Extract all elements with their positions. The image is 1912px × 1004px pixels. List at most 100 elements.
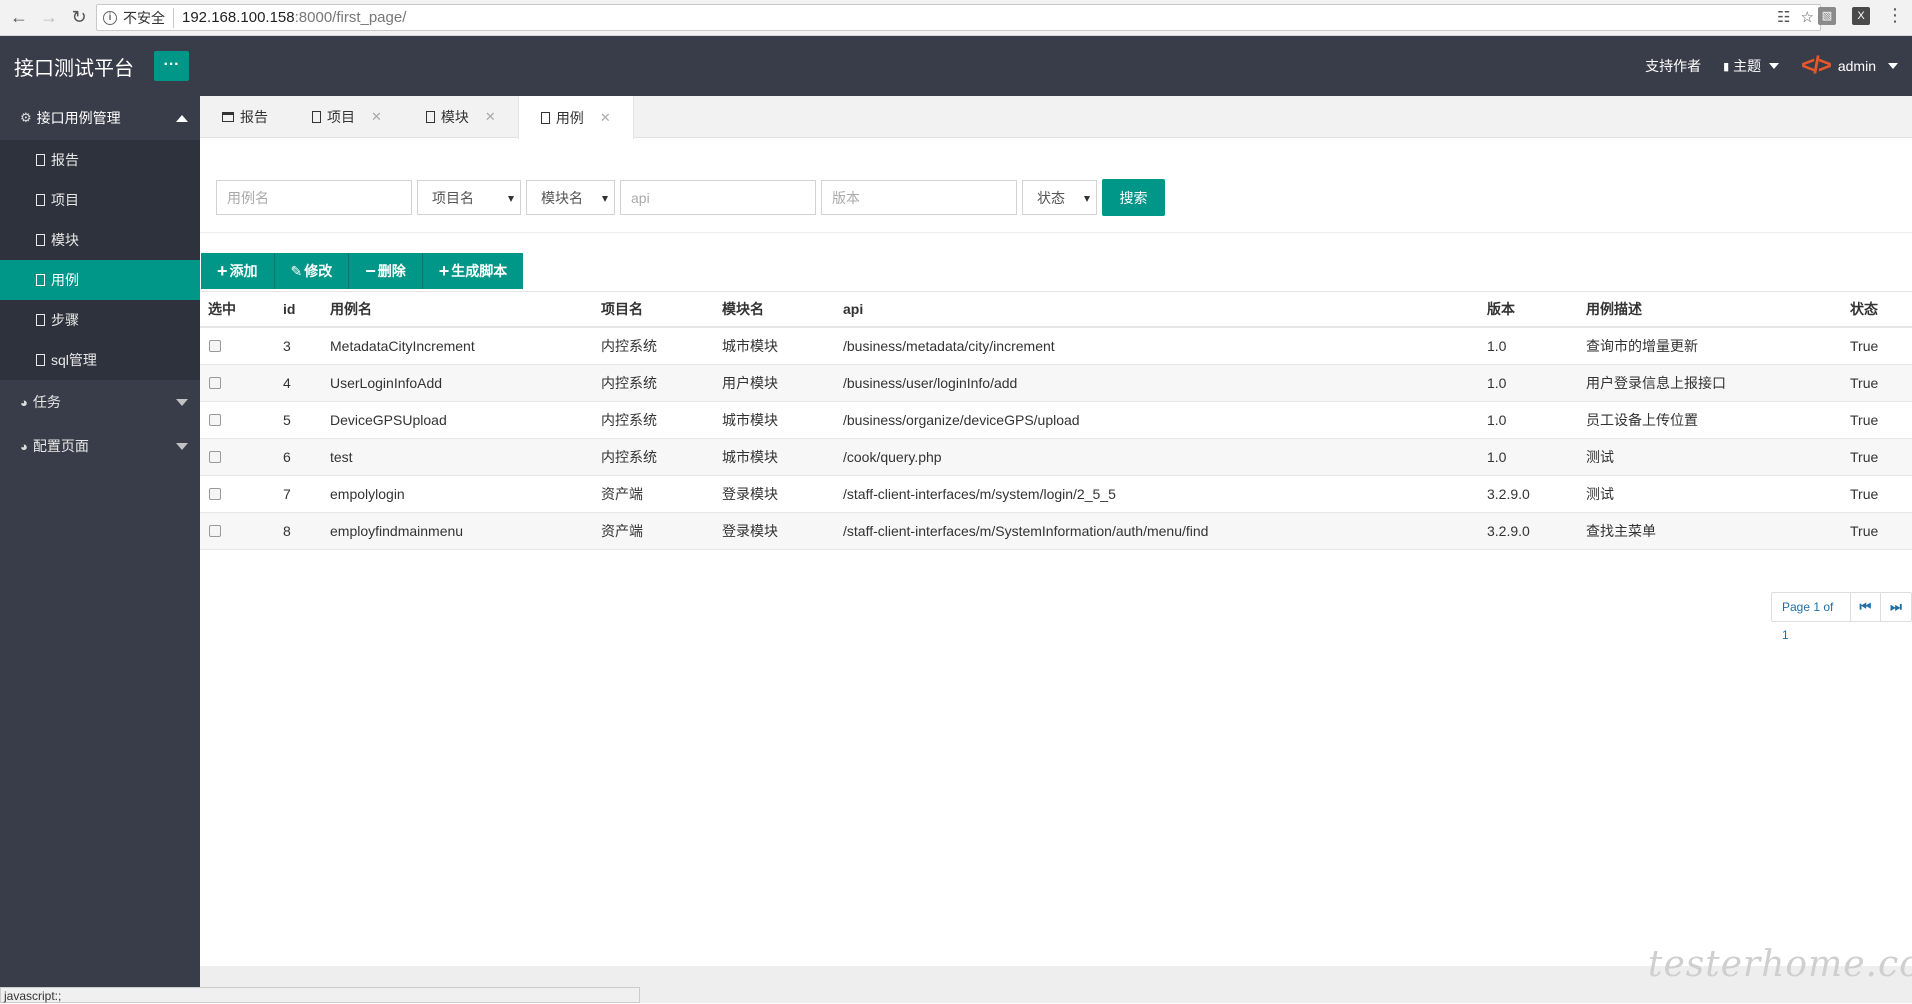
url-path: :8000/first_page/ (294, 9, 407, 26)
extension-icon[interactable]: ▧ (1818, 7, 1836, 25)
insecure-label: 不安全 (123, 7, 174, 28)
sidebar-group-config[interactable]: ◕ 配置页面 (0, 424, 200, 468)
column-header-description[interactable]: 用例描述 (1578, 299, 1842, 319)
user-menu[interactable]: </> admin (1801, 52, 1898, 80)
row-checkbox[interactable] (209, 525, 221, 537)
cell-case-name: test (330, 449, 353, 465)
search-button[interactable]: 搜索 (1102, 179, 1165, 216)
row-checkbox[interactable] (209, 377, 221, 389)
table-row[interactable]: 3 MetadataCityIncrement 内控系统 城市模块 /busin… (200, 328, 1912, 365)
cell-module: 用户模块 (722, 375, 778, 391)
cell-description: 查找主菜单 (1586, 523, 1656, 539)
sidebar-item-project[interactable]: 项目 (0, 180, 200, 220)
sidebar-item-step[interactable]: 步骤 (0, 300, 200, 340)
bookmark-star-icon[interactable]: ☆ (1801, 8, 1814, 26)
column-header-api[interactable]: api (835, 301, 1479, 317)
module-select[interactable]: 模块名 (526, 180, 615, 215)
generate-button-label: 生成脚本 (451, 263, 508, 279)
cell-id: 3 (283, 338, 291, 354)
sidebar-group-case-management[interactable]: ⚙ 接口用例管理 (0, 96, 200, 140)
extension-x-icon[interactable]: X (1852, 7, 1870, 25)
table-row[interactable]: 7 empolylogin 资产端 登录模块 /staff-client-int… (200, 476, 1912, 513)
case-name-input[interactable]: 用例名 (216, 180, 412, 215)
row-checkbox[interactable] (209, 340, 221, 352)
table-header-row: 选中 id 用例名 项目名 模块名 api 版本 用例描述 状态 (200, 292, 1912, 328)
forward-arrow-icon[interactable]: → (38, 7, 60, 29)
support-author-link[interactable]: 支持作者 (1645, 56, 1701, 76)
tab-case[interactable]: 用例 ✕ (517, 96, 634, 139)
cell-case-name: employfindmainmenu (330, 523, 464, 539)
version-input[interactable]: 版本 (821, 180, 1017, 215)
column-header-id[interactable]: id (275, 301, 322, 317)
cell-id: 6 (283, 449, 291, 465)
menu-toggle-button[interactable]: ··· (154, 51, 189, 81)
edit-button[interactable]: ✎ 修改 (275, 253, 350, 289)
add-button[interactable]: + 添加 (201, 253, 275, 289)
address-bar[interactable]: i 不安全 192.168.100.158:8000/first_page/ ☷… (96, 4, 1821, 31)
close-icon[interactable]: ✕ (485, 109, 496, 125)
file-icon (36, 154, 45, 166)
browser-menu-icon[interactable]: ⋮ (1886, 6, 1904, 25)
column-header-status[interactable]: 状态 (1842, 299, 1912, 319)
triangle-down-icon (1084, 196, 1090, 202)
table-row[interactable]: 4 UserLoginInfoAdd 内控系统 用户模块 /business/u… (200, 365, 1912, 402)
pagination: Page 1 of 1 ⏮ ⏭ (1771, 592, 1912, 642)
cell-project: 内控系统 (601, 338, 657, 354)
tab-module[interactable]: 模块 ✕ (404, 96, 518, 138)
file-icon (36, 194, 45, 206)
column-header-project[interactable]: 项目名 (593, 299, 714, 319)
close-icon[interactable]: ✕ (371, 109, 382, 125)
tab-project[interactable]: 项目 ✕ (290, 96, 404, 138)
row-checkbox[interactable] (209, 451, 221, 463)
case-table: 选中 id 用例名 项目名 模块名 api 版本 用例描述 状态 3 Metad… (200, 291, 1912, 550)
translate-icon[interactable]: ☷ (1777, 8, 1790, 26)
sidebar-item-label: 用例 (51, 272, 79, 288)
delete-button[interactable]: − 删除 (349, 253, 423, 289)
last-page-icon[interactable]: ⏭ (1881, 593, 1911, 621)
info-icon[interactable]: i (103, 10, 117, 25)
triangle-down-icon (602, 196, 608, 202)
divider (200, 232, 1912, 233)
cell-id: 7 (283, 486, 291, 502)
row-checkbox[interactable] (209, 488, 221, 500)
tab-report[interactable]: 报告 (200, 96, 290, 138)
theme-menu[interactable]: ▮ 主题 (1723, 56, 1780, 76)
url-host: 192.168.100.158 (182, 9, 295, 26)
file-icon (36, 314, 45, 326)
cell-description: 测试 (1586, 486, 1614, 502)
column-header-module[interactable]: 模块名 (714, 299, 835, 319)
sidebar-item-report[interactable]: 报告 (0, 140, 200, 180)
edit-icon: ✎ (290, 262, 303, 279)
close-icon[interactable]: ✕ (600, 110, 611, 126)
cell-module: 城市模块 (722, 412, 778, 428)
row-checkbox[interactable] (209, 414, 221, 426)
status-select[interactable]: 状态 (1022, 180, 1097, 215)
cell-id: 4 (283, 375, 291, 391)
cell-api: /business/organize/deviceGPS/upload (843, 412, 1080, 428)
generate-script-button[interactable]: + 生成脚本 (423, 253, 524, 289)
column-header-version[interactable]: 版本 (1479, 299, 1578, 319)
table-row[interactable]: 5 DeviceGPSUpload 内控系统 城市模块 /business/or… (200, 402, 1912, 439)
project-select[interactable]: 项目名 (417, 180, 521, 215)
sidebar-group-task[interactable]: ◕ 任务 (0, 380, 200, 424)
cell-api: /business/user/loginInfo/add (843, 375, 1018, 391)
clock-icon: ◕ (20, 394, 28, 410)
edit-button-label: 修改 (304, 263, 333, 279)
cell-status: True (1850, 375, 1879, 391)
sidebar-item-label: 模块 (51, 232, 79, 248)
table-row[interactable]: 6 test 内控系统 城市模块 /cook/query.php 1.0 测试 … (200, 439, 1912, 476)
cell-id: 8 (283, 523, 291, 539)
theme-icon: ▮ (1723, 60, 1730, 73)
sidebar-item-module[interactable]: 模块 (0, 220, 200, 260)
caret-down-icon (1888, 63, 1898, 69)
column-header-case-name[interactable]: 用例名 (322, 299, 593, 319)
sidebar-item-case[interactable]: 用例 (0, 260, 200, 300)
back-arrow-icon[interactable]: ← (8, 7, 30, 29)
table-row[interactable]: 8 employfindmainmenu 资产端 登录模块 /staff-cli… (200, 513, 1912, 550)
reload-icon[interactable]: ↻ (68, 7, 90, 29)
sidebar: ⚙ 接口用例管理 报告 项目 模块 用例 步骤 sql管理 ◕ 任务 ◕ 配置页… (0, 96, 200, 989)
cell-project: 内控系统 (601, 449, 657, 465)
api-input[interactable]: api (620, 180, 816, 215)
first-page-icon[interactable]: ⏮ (1851, 593, 1881, 621)
sidebar-item-sql[interactable]: sql管理 (0, 340, 200, 380)
